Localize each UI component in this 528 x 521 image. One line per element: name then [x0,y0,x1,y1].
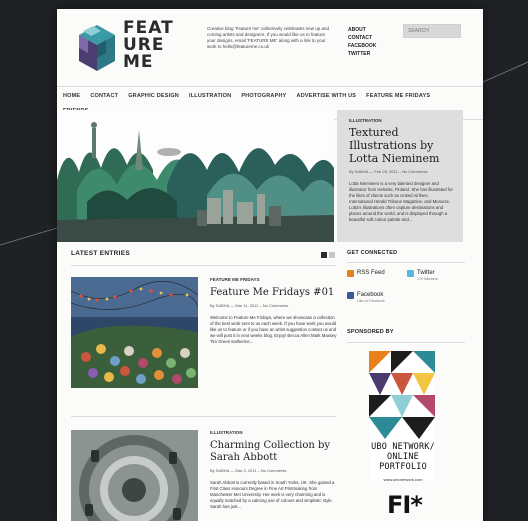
site-logo-text[interactable]: FEAT URE ME [123,20,183,71]
post-excerpt: Sarah Abbott is currently based in South… [210,480,335,509]
top-link-facebook[interactable]: FACEBOOK [348,42,376,50]
post-thumbnail-image[interactable] [71,277,198,388]
top-link-contact[interactable]: CONTACT [348,34,376,42]
ad-line-2: ONLINE PORTFOLIO [379,452,427,472]
ad-headline[interactable]: UBO NETWORK/ ONLINE PORTFOLIO [367,442,439,472]
facebook-link[interactable]: Facebook Like on Facebook [347,292,385,304]
view-toggle-list[interactable] [321,252,327,258]
post-item: FEATURE ME FRIDAYS Feature Me Fridays #0… [71,277,338,407]
twitter-icon [407,270,414,277]
post-title[interactable]: Feature Me Fridays #01 [210,287,338,299]
post-excerpt: Welcome to Feature Me Fridays, where we … [210,315,337,344]
nav-item-home[interactable]: HOME [63,93,80,99]
post-body: FEATURE ME FRIDAYS Feature Me Fridays #0… [210,277,338,345]
divider [71,265,336,266]
second-ad-logo[interactable]: FI* [387,491,423,519]
facebook-sub: Like on Facebook [357,299,385,303]
top-link-about[interactable]: ABOUT [348,26,376,34]
featured-excerpt: Lotta Nieminem is a very talented design… [349,181,453,222]
nav-row-1: HOME CONTACT GRAPHIC DESIGN ILLUSTRATION… [63,93,430,99]
featured-post-panel[interactable]: ILLUSTRATION Textured Illustrations by L… [337,110,463,242]
divider [347,342,465,343]
featured-meta: By SABHA — Feb 28, 2011 – No Comments [349,169,428,174]
top-links: ABOUT CONTACT FACEBOOK TWITTER [348,26,376,58]
site-intro-text: Creative blog 'Feature me' collectively … [207,26,330,49]
nav-item-feature-me-fridays[interactable]: FEATURE ME FRIDAYS [366,93,430,99]
post-body: ILLUSTRATION Charming Collection by Sara… [210,430,338,510]
cube-logo-icon[interactable] [75,23,117,73]
nav-item-advertise[interactable]: ADVERTISE WITH US [297,93,357,99]
twitter-label: Twitter [417,270,435,276]
featured-title[interactable]: Textured Illustrations by Lotta Nieminem [349,126,453,165]
nav-item-photography[interactable]: PHOTOGRAPHY [241,93,286,99]
view-toggle-grid[interactable] [329,252,335,258]
twitter-count: 170 followers [417,277,438,281]
post-item: ILLUSTRATION Charming Collection by Sara… [71,430,336,521]
facebook-icon [347,292,354,299]
nav-item-illustration[interactable]: ILLUSTRATION [189,93,231,99]
post-title[interactable]: Charming Collection by Sarah Abbott [210,440,338,464]
divider [71,416,336,417]
nav-item-contact[interactable]: CONTACT [90,93,118,99]
top-link-twitter[interactable]: TWITTER [348,50,376,58]
logo-line-3: ME [123,52,154,72]
nav-item-graphic-design[interactable]: GRAPHIC DESIGN [128,93,179,99]
site-header: FEAT URE ME Creative blog 'Feature me' c… [57,9,483,87]
ad-url[interactable]: www.ubonetwork.com [372,477,434,482]
facebook-label: Facebook [357,292,384,298]
post-meta: By SABHA — Mar 11, 2011 – No Comments [210,303,289,308]
social-links: RSS Feed Twitter 170 followers Facebook … [347,263,465,309]
latest-entries-heading: LATEST ENTRIES [71,250,130,257]
sponsored-by-heading: SPONSORED BY [347,329,394,335]
post-thumbnail-image[interactable] [71,430,198,521]
twitter-link[interactable]: Twitter 170 followers [407,270,438,282]
rss-link[interactable]: RSS Feed [347,270,385,277]
post-category[interactable]: FEATURE ME FRIDAYS [210,277,338,282]
post-meta: By SABHA — Mar 3, 2011 – No Comments [210,468,287,473]
featured-category[interactable]: ILLUSTRATION [349,118,453,123]
sidebar: GET CONNECTED RSS Feed Twitter 170 follo… [347,250,465,309]
ad-line-1: UBO NETWORK/ [371,442,435,452]
get-connected-heading: GET CONNECTED [347,250,398,256]
post-category[interactable]: ILLUSTRATION [210,430,338,435]
webpage: FEAT URE ME Creative blog 'Feature me' c… [57,9,483,521]
featured-illustration-image[interactable] [57,110,334,242]
rss-icon [347,270,354,277]
rss-label: RSS Feed [357,270,385,276]
search-input[interactable]: SEARCH [403,24,461,38]
